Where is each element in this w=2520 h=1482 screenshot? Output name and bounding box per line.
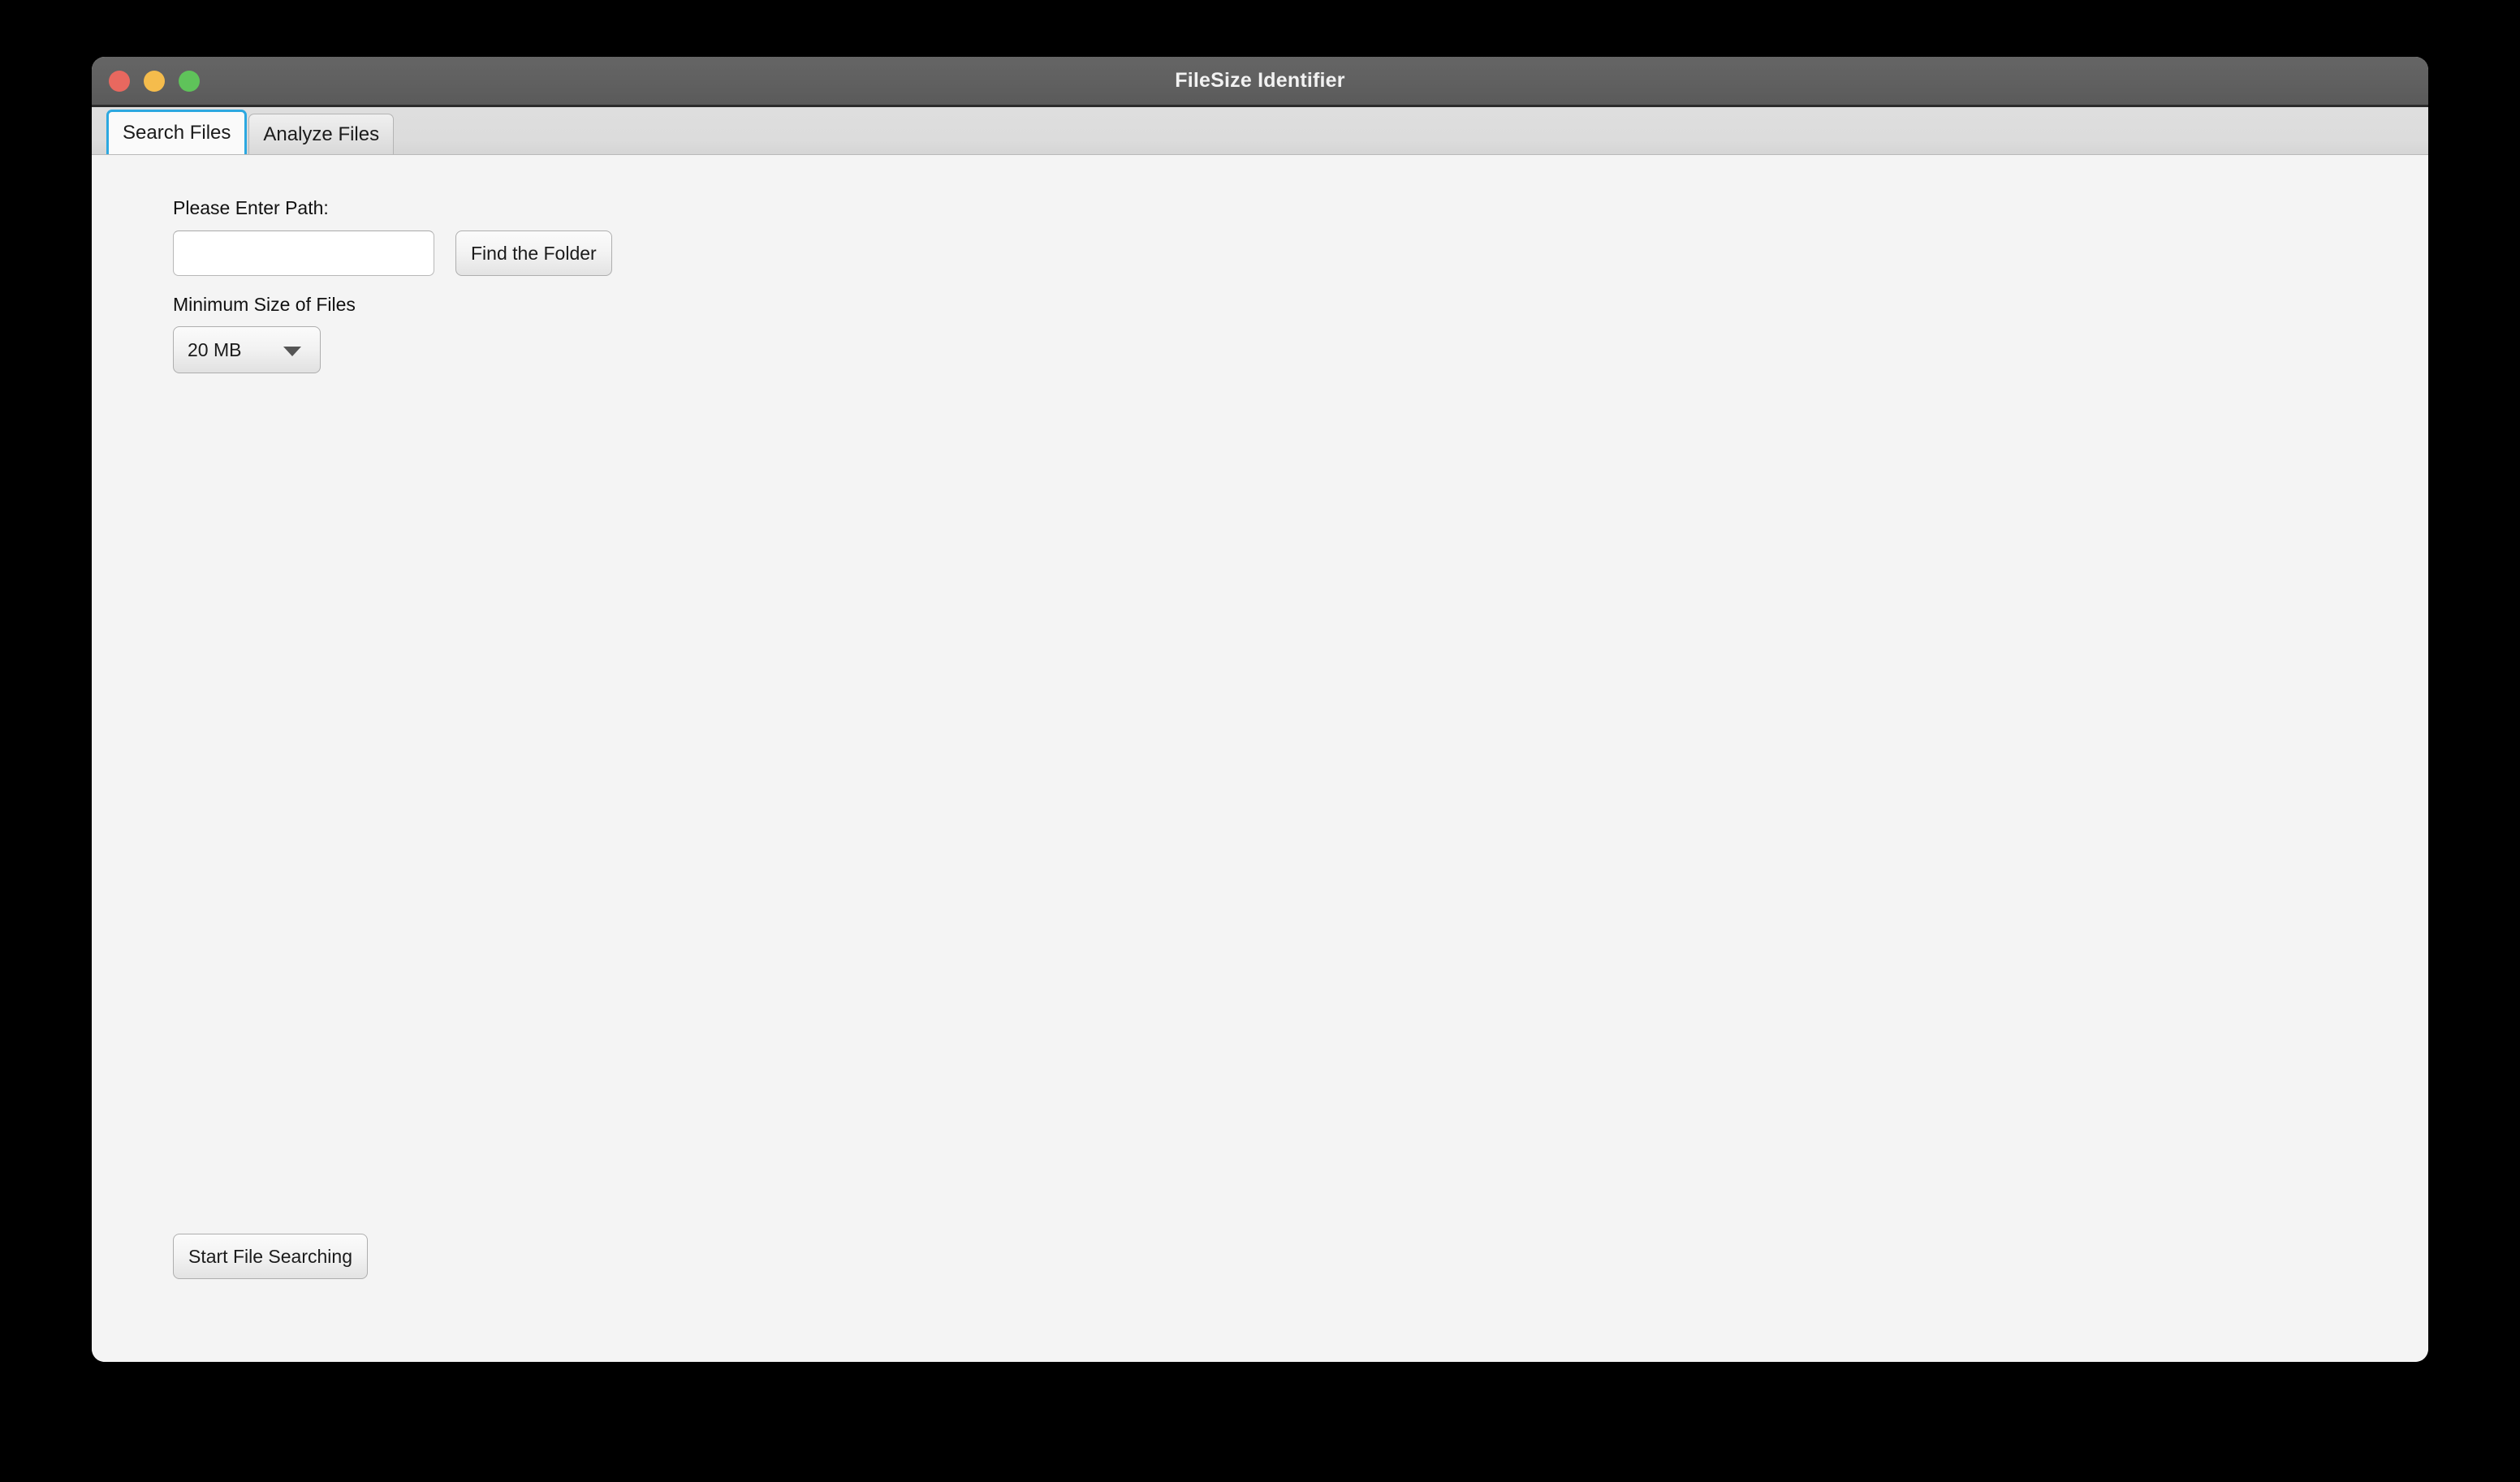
min-size-select[interactable]: 20 MB [173,326,321,373]
find-folder-button[interactable]: Find the Folder [455,230,612,276]
path-input[interactable] [173,230,434,276]
find-folder-label: Find the Folder [471,242,597,264]
tab-bar: Search Files Analyze Files [92,107,2428,155]
title-bar: FileSize Identifier [92,57,2428,107]
tab-panel-search-files: Please Enter Path: Find the Folder Minim… [92,155,2428,1362]
start-file-searching-button[interactable]: Start File Searching [173,1234,368,1279]
min-size-label-wrap: Minimum Size of Files [173,294,612,316]
path-label: Please Enter Path: [173,197,329,218]
min-size-select-wrap: 20 MB [173,326,321,373]
tab-search-files-label: Search Files [123,122,231,144]
maximize-window-button[interactable] [179,70,200,92]
tab-analyze-files-label: Analyze Files [263,123,380,145]
search-form: Please Enter Path: Find the Folder Minim… [173,197,612,373]
app-window: FileSize Identifier Search Files Analyze… [92,57,2428,1362]
traffic-light-group [109,57,200,105]
window-title: FileSize Identifier [1175,69,1345,92]
start-file-searching-label: Start File Searching [188,1245,352,1267]
path-row: Find the Folder [173,230,612,276]
tab-search-files[interactable]: Search Files [106,110,248,154]
tab-analyze-files[interactable]: Analyze Files [248,114,395,154]
close-window-button[interactable] [109,70,130,92]
min-size-label: Minimum Size of Files [173,294,356,315]
minimize-window-button[interactable] [144,70,165,92]
